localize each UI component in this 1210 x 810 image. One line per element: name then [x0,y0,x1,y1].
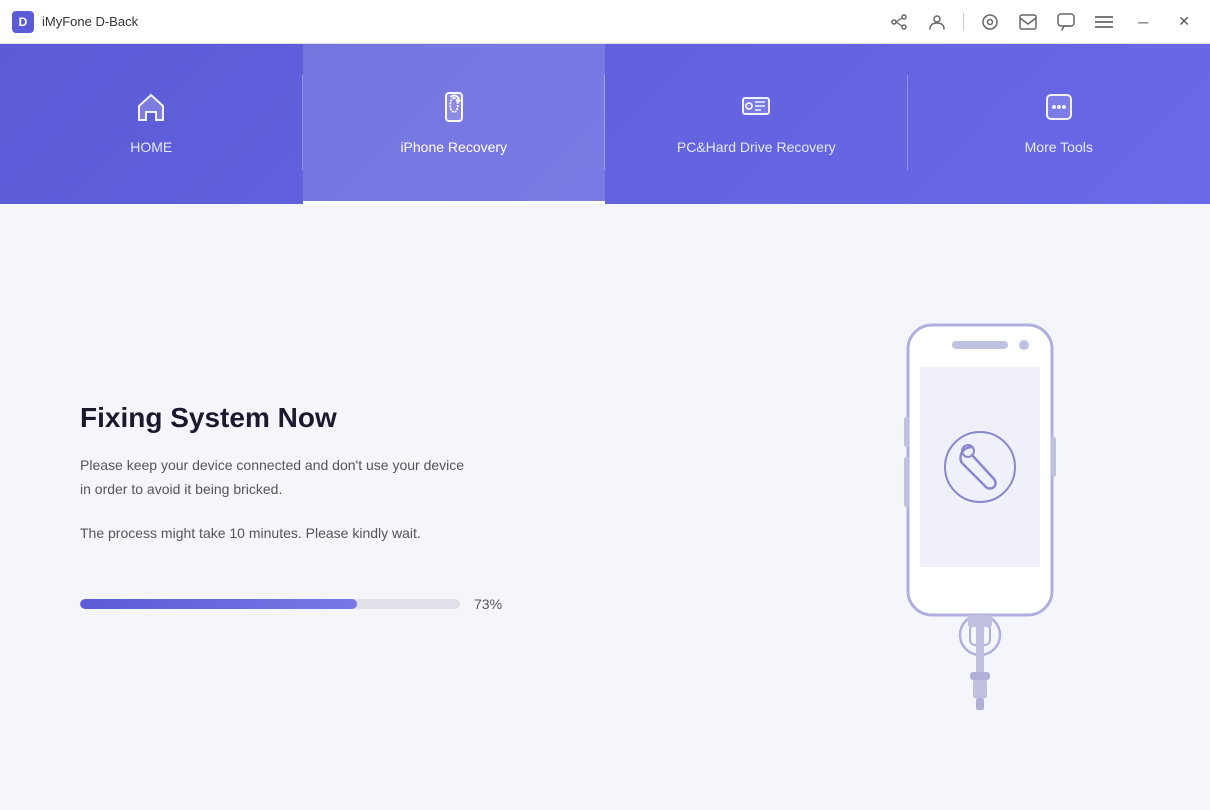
iphone-recovery-icon [437,90,471,129]
home-icon [134,90,168,129]
mail-icon-btn[interactable] [1016,10,1040,34]
fixing-title: Fixing System Now [80,402,790,434]
main-content: Fixing System Now Please keep your devic… [0,204,1210,810]
progress-bar-container [80,599,460,609]
app-title: iMyFone D-Back [42,14,138,29]
description-line2: in order to avoid it being bricked. [80,478,790,502]
fixing-note: The process might take 10 minutes. Pleas… [80,522,790,546]
nav-bar: HOME iPhone Recovery PC&Hard Drive Recov… [0,44,1210,204]
separator [963,13,964,31]
title-bar: D iMyFone D-Back [0,0,1210,44]
share-icon [891,14,907,30]
location-icon-btn[interactable] [978,10,1002,34]
nav-item-more-label: More Tools [1025,139,1093,155]
user-icon [928,13,946,31]
close-button[interactable]: ✕ [1170,9,1198,34]
nav-item-iphone-label: iPhone Recovery [400,139,507,155]
minimize-button[interactable]: ─ [1130,10,1156,34]
app-logo: D [12,11,34,33]
chat-icon [1057,13,1075,31]
nav-item-more-tools[interactable]: More Tools [908,44,1210,204]
nav-item-iphone-recovery[interactable]: iPhone Recovery [303,44,606,204]
nav-item-pc-label: PC&Hard Drive Recovery [677,139,836,155]
location-icon [981,13,999,31]
menu-icon [1095,15,1113,29]
description-line1: Please keep your device connected and do… [80,454,790,478]
mail-icon [1019,14,1037,30]
title-bar-left: D iMyFone D-Back [12,11,138,33]
phone-svg [880,317,1080,717]
nav-item-home[interactable]: HOME [0,44,303,204]
progress-percent: 73% [474,596,502,612]
title-bar-controls: ─ ✕ [887,9,1198,34]
content-left: Fixing System Now Please keep your devic… [80,402,790,611]
nav-item-home-label: HOME [130,139,172,155]
progress-section: 73% [80,596,790,612]
share-icon-btn[interactable] [887,10,911,34]
fixing-description: Please keep your device connected and do… [80,454,790,502]
user-icon-btn[interactable] [925,10,949,34]
menu-icon-btn[interactable] [1092,10,1116,34]
chat-icon-btn[interactable] [1054,10,1078,34]
phone-illustration [880,317,1080,697]
nav-item-pc-recovery[interactable]: PC&Hard Drive Recovery [605,44,908,204]
progress-bar-fill [80,599,357,609]
content-right [830,317,1130,697]
pc-recovery-icon [739,90,773,129]
more-tools-icon [1042,90,1076,129]
